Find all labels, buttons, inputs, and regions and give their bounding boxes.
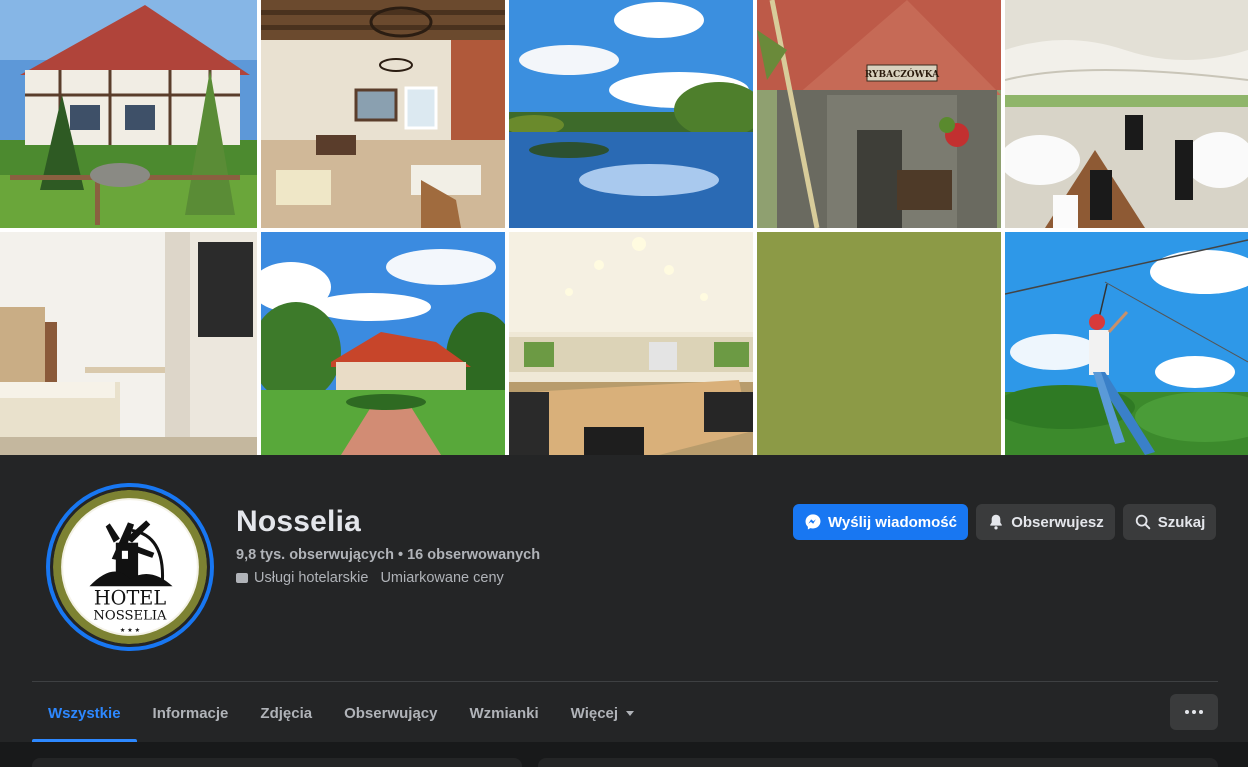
more-dots-icon <box>1184 710 1205 714</box>
tab-mentions[interactable]: Wzmianki <box>453 685 554 742</box>
svg-text:HOTEL: HOTEL <box>94 586 166 609</box>
header-divider <box>32 681 1218 682</box>
following-label: Obserwujesz <box>1011 513 1104 531</box>
cover-tile-hotel-room <box>0 232 257 455</box>
cover-tile-restaurant <box>261 0 505 228</box>
tab-about[interactable]: Informacje <box>137 685 245 742</box>
cover-tile-zipline <box>1005 232 1248 455</box>
tab-followers[interactable]: Obserwujący <box>328 685 453 742</box>
cover-tile-event-tent <box>1005 0 1248 228</box>
search-button[interactable]: Szukaj <box>1123 504 1216 540</box>
tab-all[interactable]: Wszystkie <box>32 685 137 742</box>
page-title: Nosselia <box>236 505 361 538</box>
category-icon <box>236 573 248 583</box>
cover-photo[interactable]: RYBACZÓWKA <box>0 0 1248 455</box>
messenger-icon <box>805 514 821 530</box>
send-message-label: Wyślij wiadomość <box>828 513 957 531</box>
tab-photos[interactable]: Zdjęcia <box>244 685 328 742</box>
feed-card <box>538 758 1218 767</box>
page-tabs: Wszystkie Informacje Zdjęcia Obserwujący… <box>32 685 650 742</box>
send-message-button[interactable]: Wyślij wiadomość <box>793 504 968 540</box>
follower-stats: 9,8 tys. obserwujących • 16 obserwowanyc… <box>236 547 540 563</box>
following-button[interactable]: Obserwujesz <box>976 504 1115 540</box>
cover-tile-hotel-garden <box>261 232 505 455</box>
svg-text:★ ★ ★: ★ ★ ★ <box>120 627 141 634</box>
cover-tile-conference-room <box>509 232 753 455</box>
caret-down-icon <box>626 711 635 716</box>
facebook-page: RYBACZÓWKA HOTEL NOSSELIA ★ ★ ★ Nosselia… <box>0 0 1248 767</box>
stats-separator: • <box>393 547 408 563</box>
search-label: Szukaj <box>1157 513 1206 531</box>
search-icon <box>1135 514 1151 530</box>
cover-tile-hotel-building <box>0 0 257 228</box>
profile-avatar[interactable]: HOTEL NOSSELIA ★ ★ ★ <box>46 483 214 651</box>
page-category: Usługi hotelarskie Umiarkowane ceny <box>236 570 504 586</box>
tab-more[interactable]: Więcej <box>555 685 650 742</box>
hotel-logo: HOTEL NOSSELIA ★ ★ ★ <box>53 490 207 644</box>
intro-card <box>32 758 522 767</box>
cover-tile-lake <box>509 0 753 228</box>
svg-text:NOSSELIA: NOSSELIA <box>93 609 167 624</box>
price-range: Umiarkowane ceny <box>380 570 504 586</box>
bell-icon <box>990 514 1002 530</box>
following-count[interactable]: 16 obserwowanych <box>407 547 540 563</box>
category-label: Usługi hotelarskie <box>254 570 369 586</box>
cover-tile-rybaczowka-cabin: RYBACZÓWKA <box>757 0 1001 228</box>
cover-tile-solid-color <box>757 232 1001 455</box>
svg-text:RYBACZÓWKA: RYBACZÓWKA <box>865 68 940 80</box>
more-options-button[interactable] <box>1170 694 1218 730</box>
followers-count[interactable]: 9,8 tys. obserwujących <box>236 547 394 563</box>
